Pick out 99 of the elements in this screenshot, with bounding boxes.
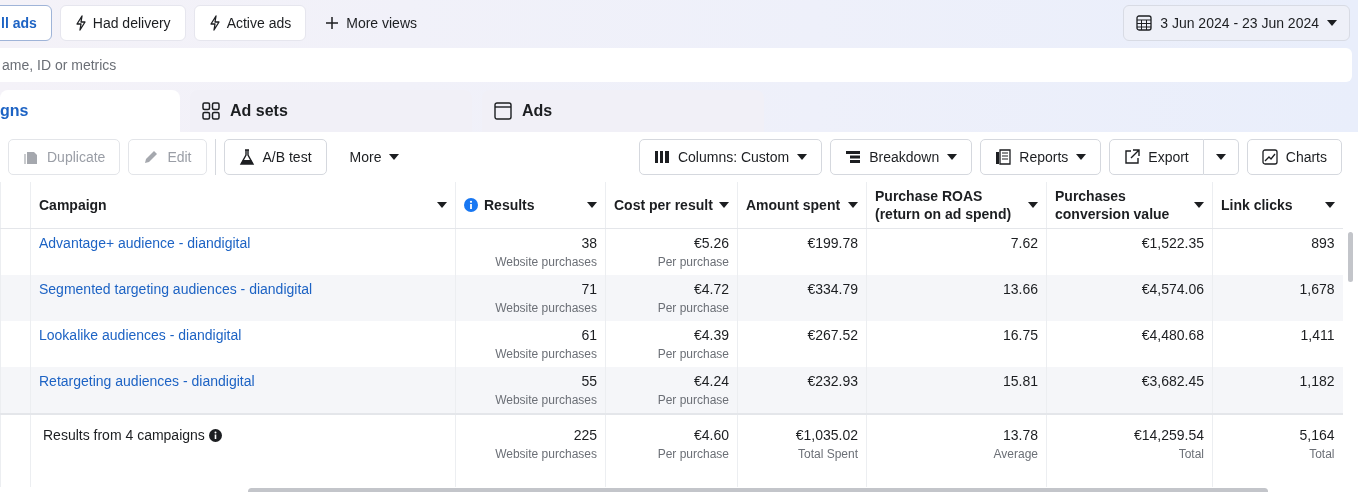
table-cell-text: €1,035.02 bbox=[794, 427, 858, 443]
caret-icon bbox=[1327, 20, 1337, 26]
column-header: Campaign bbox=[39, 196, 108, 214]
table-cell-text: €232.93 bbox=[806, 373, 858, 389]
table-cell-text: €4,574.06 bbox=[1140, 281, 1204, 297]
cell-caption: Total bbox=[1308, 447, 1335, 461]
column-header: Amount spent bbox=[746, 196, 842, 214]
caret-icon bbox=[437, 202, 447, 208]
chart-icon bbox=[1261, 149, 1278, 165]
flask-icon bbox=[238, 149, 255, 165]
column-header: Cost per result bbox=[614, 196, 713, 214]
toolbar-button[interactable]: A/B test bbox=[223, 139, 327, 175]
cell-caption: Average bbox=[992, 447, 1038, 461]
table-cell-text: 1,678 bbox=[1298, 281, 1335, 297]
caret-icon bbox=[797, 154, 808, 160]
table-cell-text: 5,164 bbox=[1298, 427, 1335, 443]
window-icon bbox=[494, 102, 512, 120]
cell-caption: Website purchases bbox=[494, 255, 597, 269]
lightning-icon bbox=[208, 15, 221, 31]
caret-icon bbox=[1076, 154, 1087, 160]
caret-icon bbox=[587, 202, 597, 208]
caret-icon bbox=[848, 202, 858, 208]
date-range-button[interactable]: 3 Jun 2024 - 23 Jun 2024 bbox=[1123, 5, 1350, 41]
dropdown-button[interactable] bbox=[1203, 139, 1239, 175]
duplicate-icon bbox=[23, 149, 39, 165]
toolbar-button[interactable]: Reports bbox=[980, 139, 1102, 175]
table-cell-text: €267.52 bbox=[806, 327, 858, 343]
table-cell-text: 225 bbox=[572, 427, 597, 443]
info-icon bbox=[208, 428, 222, 442]
lightning-icon bbox=[74, 15, 87, 31]
cell-caption: Total Spent bbox=[796, 447, 858, 461]
view-chip[interactable]: ll ads bbox=[0, 5, 52, 41]
totals-label: Results from 4 campaigns bbox=[43, 427, 205, 443]
table-cell-text: 16.75 bbox=[1001, 327, 1038, 343]
view-chip[interactable]: Had delivery bbox=[59, 5, 186, 41]
toolbar-button[interactable]: Export bbox=[1109, 139, 1204, 175]
reports-icon bbox=[995, 149, 1012, 165]
scrollbar-thumb[interactable] bbox=[248, 487, 1268, 492]
table-cell-text: 13.66 bbox=[1001, 281, 1038, 297]
cell-caption: Total bbox=[1177, 447, 1204, 461]
campaign-link[interactable]: Lookalike audiences - diandigital bbox=[39, 327, 242, 343]
table-cell-text: 61 bbox=[580, 327, 597, 343]
table-cell-text: €4,480.68 bbox=[1140, 327, 1204, 343]
column-header: Link clicks bbox=[1221, 196, 1294, 214]
cell-caption: Per purchase bbox=[656, 447, 729, 461]
table-cell-text: €5.26 bbox=[692, 235, 729, 251]
column-header: Results bbox=[484, 196, 536, 214]
cell-caption: Per purchase bbox=[656, 393, 729, 407]
toolbar-button[interactable]: Columns: Custom bbox=[638, 139, 823, 175]
caret-icon bbox=[1028, 202, 1038, 208]
campaign-link[interactable]: Advantage+ audience - diandigital bbox=[39, 235, 251, 251]
table-cell-text: €4.24 bbox=[692, 373, 729, 389]
view-chip[interactable]: Active ads bbox=[193, 5, 307, 41]
table-cell-text: 13.78 bbox=[1001, 427, 1038, 443]
table-cell-text: €334.79 bbox=[806, 281, 858, 297]
table-cell-text: 893 bbox=[1310, 235, 1335, 251]
toolbar-button[interactable]: Breakdown bbox=[830, 139, 973, 175]
table-cell-text: 71 bbox=[580, 281, 597, 297]
table-cell-text: €199.78 bbox=[806, 235, 858, 251]
column-header: Purchase ROAS (return on ad spend) bbox=[875, 187, 1013, 223]
caret-icon bbox=[1215, 154, 1226, 160]
cell-caption: Website purchases bbox=[494, 393, 597, 407]
cell-caption: Per purchase bbox=[656, 301, 729, 315]
caret-icon bbox=[947, 154, 958, 160]
table-cell-text: €1,522.35 bbox=[1140, 235, 1204, 251]
cell-caption: Per purchase bbox=[656, 255, 729, 269]
table-cell-text: €4.39 bbox=[692, 327, 729, 343]
caret-icon bbox=[719, 202, 729, 208]
tab[interactable]: gns bbox=[0, 90, 180, 132]
cell-caption: Website purchases bbox=[494, 301, 597, 315]
caret-icon bbox=[1194, 202, 1204, 208]
table-cell-text: 55 bbox=[580, 373, 597, 389]
calendar-icon bbox=[1136, 15, 1153, 31]
plus-icon bbox=[326, 17, 339, 29]
cell-caption: Per purchase bbox=[656, 347, 729, 361]
scrollbar-thumb[interactable] bbox=[1347, 232, 1353, 282]
cell-caption: Website purchases bbox=[494, 347, 597, 361]
pencil-icon bbox=[143, 149, 160, 165]
table-cell-text: €14,259.54 bbox=[1132, 427, 1204, 443]
table-cell-text: €3,682.45 bbox=[1140, 373, 1204, 389]
table-cell-text: 1,182 bbox=[1298, 373, 1335, 389]
campaign-link[interactable]: Retargeting audiences - diandigital bbox=[39, 373, 255, 389]
table-cell-text: 1,411 bbox=[1299, 327, 1335, 343]
search-field[interactable]: ame, ID or metrics bbox=[0, 48, 1352, 82]
table-cell-text: 7.62 bbox=[1009, 235, 1038, 251]
columns-icon bbox=[653, 150, 670, 164]
table-cell-text: 38 bbox=[580, 235, 597, 251]
more-views-button[interactable]: More views bbox=[314, 15, 429, 31]
caret-icon bbox=[1324, 202, 1335, 208]
breakdown-icon bbox=[845, 150, 862, 164]
grid-icon bbox=[202, 102, 220, 120]
cell-caption: Website purchases bbox=[494, 447, 597, 461]
export-icon bbox=[1124, 149, 1141, 165]
toolbar-button[interactable]: Charts bbox=[1246, 139, 1342, 175]
caret-icon bbox=[389, 154, 400, 160]
table-cell-text: €4.72 bbox=[692, 281, 729, 297]
table-cell-text: €4.60 bbox=[692, 427, 729, 443]
table-cell-text: 15.81 bbox=[1001, 373, 1038, 389]
column-header: Purchases conversion value bbox=[1055, 187, 1171, 223]
